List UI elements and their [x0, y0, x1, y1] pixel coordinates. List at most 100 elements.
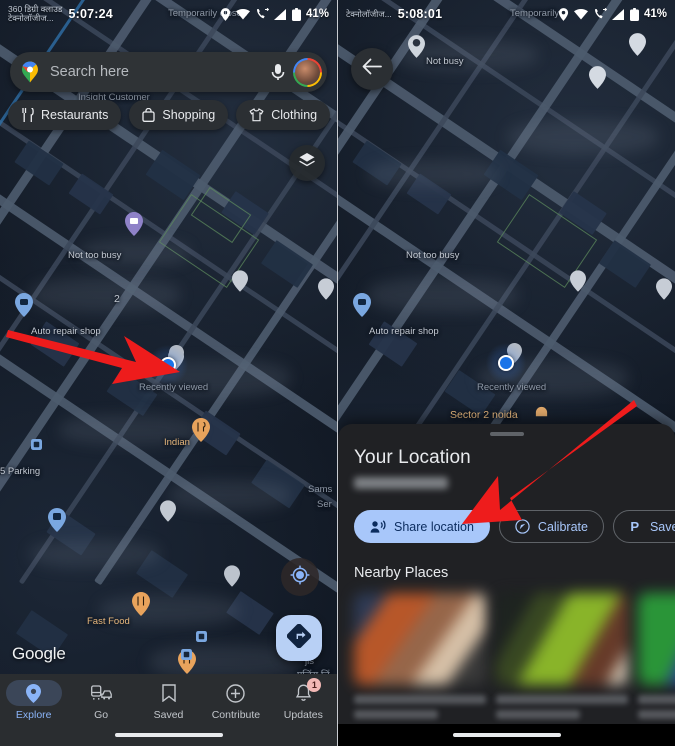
sheet-title: Your Location — [354, 447, 471, 468]
commute-icon — [73, 680, 129, 706]
action-label: Share location — [394, 519, 474, 534]
place-name-redacted — [496, 695, 628, 704]
chip-shopping[interactable]: Shopping — [129, 100, 229, 130]
chip-restaurants[interactable]: Restaurants — [8, 100, 122, 130]
map-layers-button[interactable] — [289, 145, 325, 181]
battery-percent: 41% — [643, 8, 667, 20]
chip-label: Clothing — [271, 108, 318, 122]
gesture-bar[interactable] — [452, 733, 561, 737]
map-marker-fast-food[interactable] — [132, 592, 150, 621]
share-location-button[interactable]: Share location — [354, 510, 490, 543]
map-marker-sector[interactable] — [534, 405, 549, 425]
map-marker[interactable] — [160, 500, 176, 527]
nearby-place-card[interactable]: Corpora — [638, 593, 675, 740]
calibrate-button[interactable]: Calibrate — [498, 510, 604, 543]
status-bar-right: टेक्नोलॉजीज... 5:08:01 41% — [338, 0, 675, 28]
map-marker[interactable] — [125, 212, 143, 241]
search-input[interactable] — [40, 64, 268, 80]
map-marker-auto-repair[interactable] — [353, 293, 371, 322]
my-location-icon — [290, 565, 310, 590]
nav-label: Saved — [153, 709, 184, 721]
bookmark-icon — [141, 680, 197, 706]
chip-clothing[interactable]: Clothing — [236, 100, 331, 130]
signal-icon — [611, 8, 625, 20]
carrier-label: टेक्नोलॉजीज... — [346, 8, 392, 19]
place-meta-redacted — [496, 710, 581, 719]
map-marker-transit-small[interactable] — [181, 647, 192, 665]
map-marker[interactable] — [318, 278, 334, 305]
map-label: 5 Parking — [0, 466, 41, 477]
map-marker-transit[interactable] — [48, 508, 66, 537]
address-redacted — [354, 477, 448, 489]
map-marker[interactable] — [570, 270, 586, 297]
t-shirt-icon — [249, 108, 264, 122]
map-label: Indian — [164, 437, 190, 448]
map-layers-icon — [298, 152, 316, 175]
parking-p-icon: P — [629, 519, 642, 534]
location-dot-core — [498, 355, 514, 371]
nav-label: Updates — [283, 709, 323, 721]
location-bottom-sheet: Your Location Share location Calibrate P… — [338, 424, 675, 746]
screenshot-stage: Temporarily closed Insight Customer Not … — [0, 0, 675, 746]
back-button[interactable] — [351, 48, 393, 90]
avatar[interactable] — [293, 57, 322, 87]
restaurant-icon — [21, 108, 34, 122]
plus-circle-icon — [208, 680, 264, 706]
map-marker-indian-restaurant[interactable] — [192, 418, 210, 447]
map-marker[interactable] — [629, 33, 646, 61]
map-label: Auto repair shop — [31, 326, 101, 337]
directions-button[interactable] — [276, 615, 322, 661]
map-marker-coffee[interactable] — [408, 35, 425, 63]
map-marker-transit-small[interactable] — [196, 629, 207, 647]
bell-icon: 1 — [275, 678, 331, 706]
map-label: Sector 2 noida — [450, 409, 518, 421]
compass-icon — [515, 519, 530, 534]
map-label: Fast Food — [87, 616, 130, 627]
map-marker-auto-repair[interactable] — [15, 293, 33, 322]
search-bar[interactable] — [10, 52, 327, 92]
map-label: Not too busy — [406, 250, 460, 261]
wifi-icon — [235, 8, 250, 20]
map-marker[interactable] — [224, 565, 240, 592]
microphone-icon[interactable] — [268, 61, 288, 83]
updates-badge: 1 — [307, 678, 322, 692]
nav-label: Contribute — [211, 709, 261, 721]
map-marker[interactable] — [589, 66, 606, 94]
directions-icon — [286, 623, 312, 653]
location-pin-icon — [5, 680, 62, 706]
nav-item-contribute[interactable]: Contribute — [202, 680, 269, 721]
place-photo — [354, 593, 486, 685]
battery-icon — [291, 7, 301, 21]
battery-percent: 41% — [305, 8, 329, 20]
nearby-place-card[interactable]: Loan agency — [496, 593, 628, 740]
call-forward-icon — [593, 8, 607, 20]
nearby-places-title: Nearby Places — [354, 565, 449, 581]
shopping-bag-icon — [142, 108, 156, 122]
google-watermark: Google — [12, 644, 66, 663]
nearby-places-carousel[interactable]: Corporate office Loan agency Corpora — [354, 593, 675, 740]
nearby-place-card[interactable]: Corporate office — [354, 593, 486, 740]
action-label: Save parking — [649, 519, 675, 534]
map-label: Not too busy — [68, 250, 122, 261]
map-label: 2 — [114, 293, 120, 305]
map-marker-transit-small[interactable] — [31, 437, 42, 455]
gesture-bar[interactable] — [114, 733, 223, 737]
map-marker[interactable] — [656, 278, 672, 305]
sheet-drag-handle[interactable] — [489, 432, 524, 436]
map-marker[interactable] — [232, 270, 248, 297]
place-photo — [496, 593, 628, 685]
save-parking-button[interactable]: P Save parking — [612, 510, 675, 543]
place-meta-redacted — [354, 710, 439, 719]
location-pin-icon — [558, 7, 569, 21]
nav-item-saved[interactable]: Saved — [135, 680, 202, 721]
signal-icon — [273, 8, 287, 20]
chip-label: Restaurants — [41, 108, 109, 122]
nav-item-updates[interactable]: 1 Updates — [270, 678, 337, 721]
chip-label: Shopping — [162, 108, 216, 122]
nav-item-explore[interactable]: Explore — [0, 680, 67, 721]
nav-item-go[interactable]: Go — [67, 680, 134, 721]
battery-icon — [629, 7, 639, 21]
my-location-button[interactable] — [281, 558, 319, 596]
left-phone-screenshot: Temporarily closed Insight Customer Not … — [0, 0, 337, 746]
place-photo — [638, 593, 675, 685]
